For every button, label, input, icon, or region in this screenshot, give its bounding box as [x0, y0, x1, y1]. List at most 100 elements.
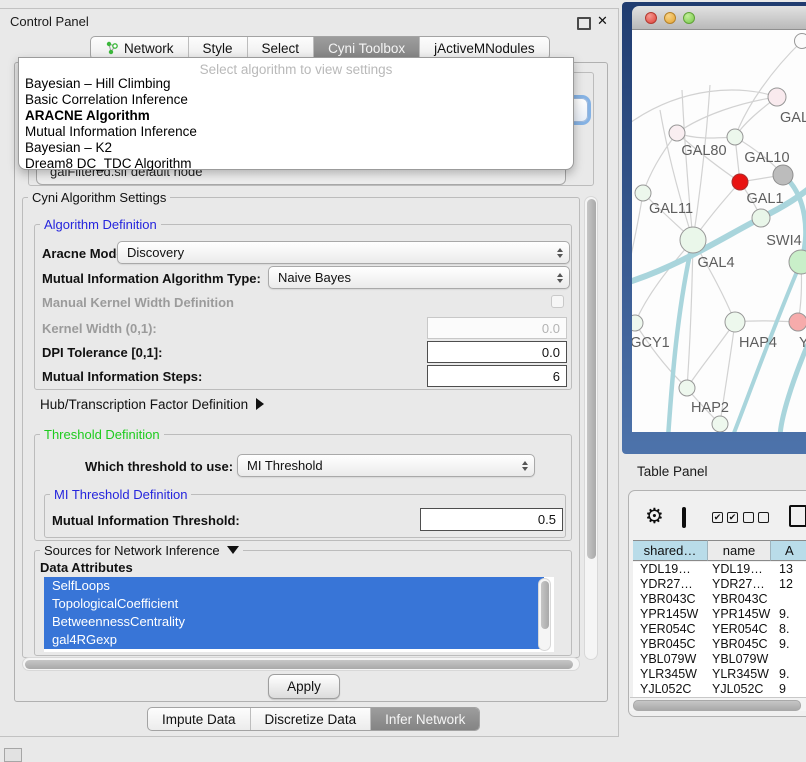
sources-title-toggle[interactable]: Sources for Network Inference	[40, 543, 243, 558]
table-row[interactable]: YJL052CYJL052C9	[633, 682, 806, 697]
table-body: YDL19…YDL19…13 YDR27…YDR27…12 YBR043CYBR…	[633, 562, 806, 698]
list-item-topologicalcoefficient[interactable]: TopologicalCoefficient	[44, 595, 544, 613]
node-label: GAL1	[746, 191, 783, 207]
node-label: GAL7	[780, 110, 806, 126]
deselect-all-checkbox-icon[interactable]	[758, 512, 769, 523]
column-header-partial[interactable]: A	[771, 540, 806, 561]
node-gal1-green[interactable]	[752, 209, 770, 227]
select-all-checkbox-icon[interactable]: ✔	[712, 512, 723, 523]
close-panel-icon[interactable]: ✕	[597, 13, 608, 29]
mi-threshold-input[interactable]: 0.5	[420, 508, 563, 531]
settings-hscrollbar-thumb[interactable]	[25, 660, 573, 669]
attributes-vscrollbar-thumb[interactable]	[541, 581, 549, 629]
node-gal10[interactable]	[727, 129, 743, 145]
mi-threshold-label: Mutual Information Threshold:	[52, 513, 240, 528]
network-window-titlebar[interactable]	[632, 6, 806, 30]
table-row[interactable]: YLR345WYLR345W9.	[633, 667, 806, 682]
settings-vscrollbar-thumb[interactable]	[587, 199, 596, 559]
column-header-name[interactable]: name	[708, 540, 771, 561]
node-swi4[interactable]	[789, 250, 806, 274]
table-settings-gear-icon[interactable]: ⚙	[645, 504, 664, 529]
tab-style[interactable]: Style	[189, 37, 248, 59]
column-header-shared-name[interactable]: shared…	[633, 540, 708, 561]
popup-item-aracne[interactable]: ARACNE Algorithm	[25, 108, 150, 123]
settings-hscrollbar[interactable]	[22, 657, 580, 671]
table-row[interactable]: YER054CYER054C8.	[633, 622, 806, 637]
node-gal4[interactable]	[680, 227, 706, 253]
float-window-icon[interactable]	[577, 17, 591, 30]
popup-item-mutual-information[interactable]: Mutual Information Inference	[25, 124, 197, 139]
close-traffic-icon[interactable]	[645, 12, 657, 24]
attributes-vscrollbar[interactable]	[538, 578, 551, 651]
node-label: GAL10	[744, 150, 789, 166]
column-selector-icon[interactable]	[682, 507, 686, 528]
settings-vscrollbar[interactable]	[584, 196, 598, 660]
table-row[interactable]: YBL079WYBL079W	[633, 652, 806, 667]
algorithm-definition-title: Algorithm Definition	[40, 217, 161, 232]
popup-item-bayesian-k2[interactable]: Bayesian – K2	[25, 140, 112, 155]
kernel-width-input[interactable]: 0.0	[427, 317, 567, 339]
node-label: GAL80	[681, 143, 726, 159]
node-hap2[interactable]	[679, 380, 695, 396]
node-gal11[interactable]	[635, 185, 651, 201]
node-label: Y	[799, 335, 806, 351]
tab-select[interactable]: Select	[248, 37, 315, 59]
export-table-icon[interactable]	[789, 505, 806, 527]
node-label: GAL4	[697, 255, 734, 271]
table-row[interactable]: YBR043CYBR043C	[633, 592, 806, 607]
mi-type-combobox[interactable]: Naive Bayes	[268, 266, 570, 289]
aracne-mode-label: Aracne Mode:	[42, 246, 128, 261]
tab-discretize-data[interactable]: Discretize Data	[251, 708, 372, 730]
node-salmon[interactable]	[789, 313, 806, 331]
manual-kernel-checkbox[interactable]	[551, 295, 564, 308]
data-attributes-label: Data Attributes	[40, 560, 133, 575]
minimize-traffic-icon[interactable]	[664, 12, 676, 24]
popup-placeholder: Select algorithm to view settings	[19, 62, 573, 77]
apply-button[interactable]: Apply	[268, 674, 340, 699]
aracne-mode-combobox[interactable]: Discovery	[117, 241, 570, 264]
list-item-selfloops[interactable]: SelfLoops	[44, 577, 544, 595]
popup-item-dream8[interactable]: Dream8 DC_TDC Algorithm	[25, 156, 192, 171]
node-label: HAP4	[739, 335, 777, 351]
network-graph: GAL7 GAL80 GAL10 GAL1 GAL11 SWI4 GAL4 GC…	[632, 30, 806, 432]
table-row[interactable]: YBR045CYBR045C9.	[633, 637, 806, 652]
tab-cyni-toolbox[interactable]: Cyni Toolbox	[314, 37, 420, 59]
data-attributes-list: SelfLoops TopologicalCoefficient Between…	[44, 577, 554, 652]
node-label: SWI4	[766, 233, 801, 249]
node-gal7[interactable]	[768, 88, 786, 106]
table-row[interactable]: YDL19…YDL19…13	[633, 562, 806, 577]
app-root: Control Panel ✕ Network Style Select Cyn…	[0, 0, 806, 762]
deselect-all-checkbox-icon[interactable]	[743, 512, 754, 523]
panel-dock-icon[interactable]	[4, 748, 22, 762]
node-gal80[interactable]	[669, 125, 685, 141]
mi-steps-input[interactable]: 6	[427, 365, 567, 387]
node-hap4[interactable]	[725, 312, 745, 332]
table-header-row: shared… name A	[633, 540, 806, 561]
node-gcy1[interactable]	[632, 315, 643, 331]
combo-arrows-icon	[557, 273, 563, 283]
popup-item-bayesian-hill[interactable]: Bayesian – Hill Climbing	[25, 76, 171, 91]
table-row[interactable]: YPR145WYPR145W9.	[633, 607, 806, 622]
table-hscrollbar[interactable]	[630, 697, 806, 711]
list-item-gal4rgexp[interactable]: gal4RGexp	[44, 631, 544, 649]
tab-infer-network[interactable]: Infer Network	[371, 708, 479, 730]
tab-network[interactable]: Network	[91, 37, 189, 59]
maximize-traffic-icon[interactable]	[683, 12, 695, 24]
dpi-tolerance-input[interactable]: 0.0	[427, 341, 567, 363]
table-hscrollbar-thumb[interactable]	[633, 700, 801, 711]
combo-arrows-icon	[522, 461, 528, 471]
node-partial-bottom[interactable]	[712, 416, 728, 432]
node-partial-top[interactable]	[795, 34, 806, 49]
select-all-checkbox-icon[interactable]: ✔	[727, 512, 738, 523]
node-gray[interactable]	[773, 165, 793, 185]
node-red-gal1[interactable]	[732, 174, 748, 190]
network-view-canvas[interactable]: GAL7 GAL80 GAL10 GAL1 GAL11 SWI4 GAL4 GC…	[632, 30, 806, 432]
tab-impute-data[interactable]: Impute Data	[148, 708, 251, 730]
tab-jactivemnodules[interactable]: jActiveMNodules	[420, 37, 549, 59]
popup-item-basic-correlation[interactable]: Basic Correlation Inference	[25, 92, 188, 107]
list-item-betweennesscentrality[interactable]: BetweennessCentrality	[44, 613, 544, 631]
which-threshold-combobox[interactable]: MI Threshold	[237, 454, 535, 477]
mi-threshold-definition-title: MI Threshold Definition	[50, 487, 191, 502]
hub-definition-toggle[interactable]: Hub/Transcription Factor Definition	[40, 397, 264, 412]
table-row[interactable]: YDR27…YDR27…12	[633, 577, 806, 592]
